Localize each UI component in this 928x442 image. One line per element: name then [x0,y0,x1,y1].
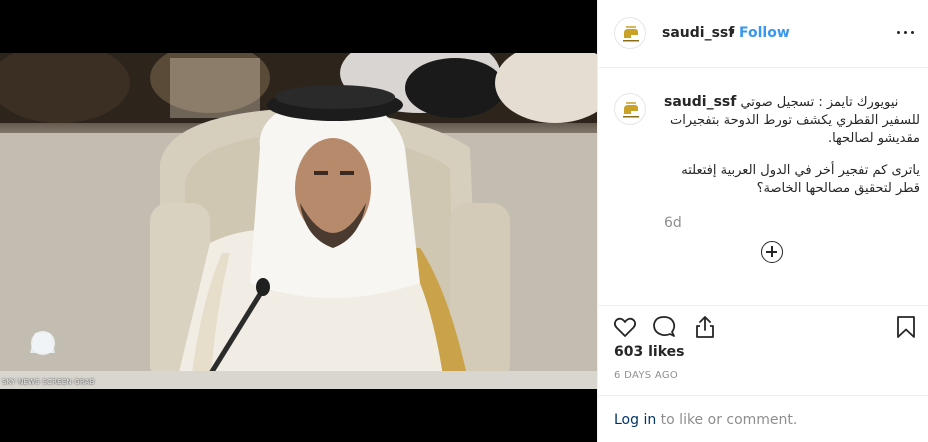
caption-text-line1: نيويورك تايمز : تسجيل صوتي [740,95,899,110]
username[interactable]: saudi_ssf [662,25,734,41]
comment-icon[interactable] [651,314,677,340]
separator-dot: • [728,25,737,41]
caption-username[interactable]: saudi_ssf [664,94,736,110]
caption-timestamp: 6d [664,215,682,231]
post-photo: SKY NEWS SCREEN GRAB [0,53,597,389]
share-icon[interactable] [692,314,718,340]
post-media[interactable]: SKY NEWS SCREEN GRAB [0,0,597,442]
logo-icon [623,102,639,118]
caption-first-line: saudi_ssf نيويورك تايمز : تسجيل صوتي [664,93,920,112]
avatar[interactable] [614,17,646,49]
caption-avatar[interactable] [614,93,646,125]
login-link[interactable]: Log in [614,412,656,428]
likes-count[interactable]: 603 likes [614,344,684,360]
follow-button[interactable]: Follow [739,25,790,41]
post-actions: 603 likes 6 DAYS AGO [598,305,928,395]
post-header: saudi_ssf • Follow [598,0,928,68]
logo-icon [623,26,639,42]
bookmark-icon[interactable] [893,314,919,340]
plus-circle-icon[interactable] [761,241,783,263]
photo-illustration [0,53,597,389]
heart-icon[interactable] [612,314,638,340]
caption-text-paragraph2: ياترى كم تفجير أخر في الدول العربية إفتع… [681,163,920,196]
media-watermark: SKY NEWS SCREEN GRAB [2,378,95,386]
caption-text-line2: للسفير القطري يكشف تورط الدوحة بتفجيرات [670,113,920,128]
instagram-post-view: SKY NEWS SCREEN GRAB saudi_ssf • Follow [0,0,928,442]
login-prompt: Log in to like or comment. [598,395,928,442]
post-caption-area: saudi_ssf نيويورك تايمز : تسجيل صوتي للس… [598,69,928,305]
caption: saudi_ssf نيويورك تايمز : تسجيل صوتي للس… [664,93,920,198]
caption-text-line3: مقديشو لصالحها. [827,131,920,146]
post-date: 6 DAYS AGO [614,370,679,381]
post-side-panel: saudi_ssf • Follow saudi_ssf نيويورك تاي… [597,0,928,442]
more-options-icon[interactable] [895,20,917,44]
login-prompt-text: to like or comment. [656,412,798,428]
